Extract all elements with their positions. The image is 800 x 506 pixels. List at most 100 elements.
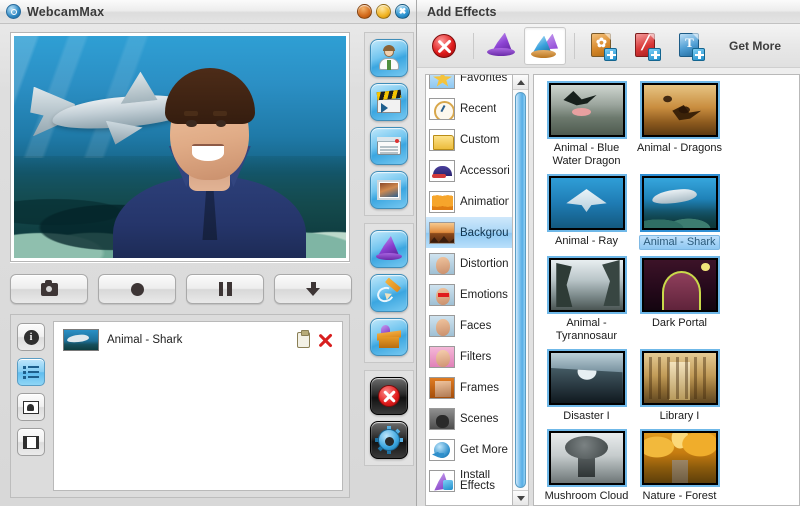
effect-thumbnail-art bbox=[643, 178, 716, 228]
scrollbar-track[interactable] bbox=[513, 90, 528, 490]
effect-cell[interactable]: Library I bbox=[636, 349, 723, 423]
snapshot-button[interactable] bbox=[10, 274, 88, 304]
recent-icon bbox=[429, 97, 455, 120]
my-effects-button[interactable] bbox=[524, 26, 566, 65]
effect-cell[interactable]: Mushroom Cloud bbox=[543, 429, 630, 503]
pause-button[interactable] bbox=[186, 274, 264, 304]
list-icon bbox=[23, 365, 39, 379]
effect-thumbnail[interactable] bbox=[546, 174, 627, 232]
effect-label: Animal - Tyrannosaur bbox=[555, 317, 618, 342]
add-effects-window: Add Effects ✿ ╱ T Get More Favorites Rec… bbox=[417, 0, 800, 506]
add-effects-toolbar: ✿ ╱ T Get More bbox=[417, 24, 800, 68]
all-effects-button[interactable] bbox=[480, 27, 522, 65]
effects-list-button[interactable] bbox=[17, 358, 45, 386]
effect-thumbnail[interactable] bbox=[639, 81, 720, 139]
category-item-install-effects[interactable]: Install Effects bbox=[426, 465, 512, 496]
category-scrollbar[interactable] bbox=[512, 74, 529, 506]
applied-effects-list[interactable]: Animal - Shark bbox=[53, 321, 343, 491]
effects-grid: Animal - Blue Water Dragon Animal - Drag… bbox=[534, 75, 799, 505]
packages-button[interactable] bbox=[369, 318, 408, 356]
effect-thumbnail-art bbox=[550, 85, 623, 135]
minimize-icon[interactable] bbox=[357, 4, 372, 19]
video-button[interactable] bbox=[369, 83, 408, 121]
effect-label: Animal - Ray bbox=[555, 235, 618, 247]
effect-thumbnail[interactable] bbox=[639, 349, 720, 407]
settings-button[interactable] bbox=[369, 421, 408, 459]
category-label: Get More bbox=[460, 443, 508, 456]
application-root: WebcamMax ✖ i Animal - Shark Add Effects… bbox=[0, 0, 800, 506]
get-more-link[interactable]: Get More bbox=[729, 39, 781, 53]
effect-cell[interactable]: Nature - Forest bbox=[636, 429, 723, 503]
category-item-custom[interactable]: Custom bbox=[426, 124, 512, 155]
distortions-icon bbox=[429, 252, 455, 275]
effect-cell[interactable]: Animal - Blue Water Dragon bbox=[543, 81, 630, 168]
category-item-filters[interactable]: Filters bbox=[426, 341, 512, 372]
effect-thumbnail[interactable] bbox=[639, 174, 720, 232]
effect-cell-selected[interactable]: Animal - Shark bbox=[636, 174, 723, 250]
main-vertical-toolbar bbox=[360, 24, 417, 506]
scroll-up-arrow-icon[interactable] bbox=[513, 75, 528, 90]
person-art bbox=[113, 67, 307, 258]
effect-thumbnail-art bbox=[550, 353, 623, 403]
category-item-animations[interactable]: Animations bbox=[426, 186, 512, 217]
info-button[interactable]: i bbox=[17, 323, 45, 351]
picture-button[interactable] bbox=[17, 393, 45, 421]
category-item-accessories[interactable]: Accessories bbox=[426, 155, 512, 186]
effect-thumbnail[interactable] bbox=[546, 349, 627, 407]
add-text-button[interactable]: T bbox=[669, 27, 711, 65]
category-item-emotions[interactable]: Emotions bbox=[426, 279, 512, 310]
save-button[interactable] bbox=[274, 274, 352, 304]
effects-grid-panel[interactable]: Animal - Blue Water Dragon Animal - Drag… bbox=[533, 74, 800, 506]
record-button[interactable] bbox=[98, 274, 176, 304]
avatar-button[interactable] bbox=[369, 39, 408, 77]
category-item-distortions[interactable]: Distortions bbox=[426, 248, 512, 279]
scroll-down-arrow-icon[interactable] bbox=[513, 490, 528, 505]
clear-effects-button[interactable] bbox=[423, 27, 465, 65]
effect-thumbnail[interactable] bbox=[639, 429, 720, 487]
webcam-preview[interactable] bbox=[10, 32, 350, 262]
category-item-background[interactable]: Background bbox=[426, 217, 512, 248]
add-drawing-button[interactable]: ╱ bbox=[625, 27, 667, 65]
download-icon bbox=[306, 282, 320, 296]
category-list[interactable]: Favorites Recent Custom Accessories bbox=[425, 74, 512, 506]
red-x-icon bbox=[429, 31, 459, 61]
shark-thumb bbox=[63, 329, 99, 351]
effect-thumbnail[interactable] bbox=[546, 256, 627, 314]
effect-label: Animal - Shark bbox=[639, 235, 720, 250]
effect-cell[interactable]: Animal - Tyrannosaur bbox=[543, 256, 630, 343]
maximize-icon[interactable] bbox=[376, 4, 391, 19]
effect-thumbnail[interactable] bbox=[639, 256, 720, 314]
effect-cell[interactable]: Dark Portal bbox=[636, 256, 723, 343]
draw-button[interactable] bbox=[369, 274, 408, 312]
effects-button[interactable] bbox=[369, 230, 408, 268]
effect-thumbnail-art bbox=[643, 260, 716, 310]
category-item-frames[interactable]: Frames bbox=[426, 372, 512, 403]
info-icon: i bbox=[23, 329, 39, 345]
category-item-get-more[interactable]: Get More bbox=[426, 434, 512, 465]
list-item[interactable]: Animal - Shark bbox=[59, 327, 337, 353]
category-item-faces[interactable]: Faces bbox=[426, 310, 512, 341]
category-label: Faces bbox=[460, 319, 492, 332]
effect-cell[interactable]: Animal - Dragons bbox=[636, 81, 723, 168]
effect-label: Mushroom Cloud bbox=[544, 490, 629, 502]
close-icon[interactable]: ✖ bbox=[395, 4, 410, 19]
picture-frame-button[interactable] bbox=[369, 171, 408, 209]
add-picture-button[interactable]: ✿ bbox=[581, 27, 623, 65]
clipboard-icon[interactable] bbox=[297, 330, 310, 348]
emotions-icon bbox=[429, 283, 455, 306]
close-app-button[interactable] bbox=[369, 377, 408, 415]
effect-cell[interactable]: Disaster I bbox=[543, 349, 630, 423]
category-item-recent[interactable]: Recent bbox=[426, 93, 512, 124]
window-button[interactable] bbox=[369, 127, 408, 165]
category-item-scenes[interactable]: Scenes bbox=[426, 403, 512, 434]
transport-controls bbox=[10, 274, 360, 304]
category-list-inner: Favorites Recent Custom Accessories bbox=[426, 75, 512, 496]
scrollbar-thumb[interactable] bbox=[515, 92, 526, 488]
effect-thumbnail[interactable] bbox=[546, 81, 627, 139]
delete-icon[interactable] bbox=[318, 333, 333, 348]
window-icon bbox=[376, 133, 402, 159]
category-item-favorites[interactable]: Favorites bbox=[426, 75, 512, 93]
frame-button[interactable] bbox=[17, 428, 45, 456]
effect-thumbnail[interactable] bbox=[546, 429, 627, 487]
effect-cell[interactable]: Animal - Ray bbox=[543, 174, 630, 250]
